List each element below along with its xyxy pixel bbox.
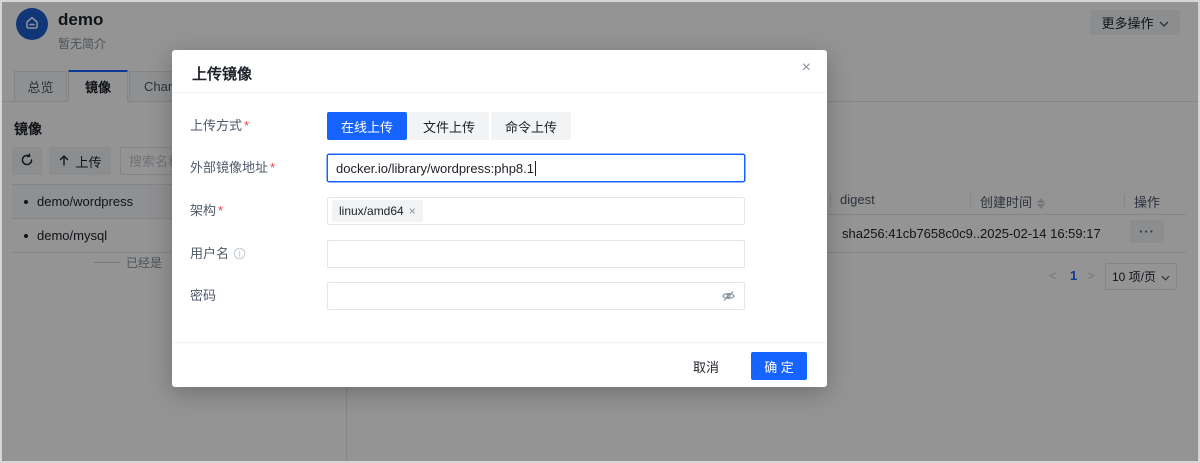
username-input[interactable] [327, 240, 745, 268]
remove-tag-icon[interactable]: × [409, 204, 416, 218]
close-icon[interactable]: × [802, 60, 811, 76]
field-label: 用户名 [190, 240, 322, 270]
method-command-button[interactable]: 命令上传 [491, 112, 571, 140]
field-image-address: 外部镜像地址* docker.io/library/wordpress:php8… [172, 154, 827, 182]
field-username: 用户名 [172, 240, 827, 268]
field-password: 密码 [172, 282, 827, 310]
method-online-button[interactable]: 在线上传 [327, 112, 407, 140]
modal-title: 上传镜像 [192, 63, 252, 84]
method-file-button[interactable]: 文件上传 [409, 112, 489, 140]
image-address-input[interactable]: docker.io/library/wordpress:php8.1 [327, 154, 745, 182]
arch-tag-chip: linux/amd64 × [332, 200, 423, 222]
required-asterisk: * [244, 118, 249, 133]
required-asterisk: * [218, 203, 223, 218]
architecture-select[interactable]: linux/amd64 × [327, 197, 745, 225]
field-architecture: 架构* linux/amd64 × [172, 197, 827, 225]
field-label: 架构* [190, 197, 322, 225]
required-asterisk: * [270, 160, 275, 175]
cancel-button[interactable]: 取消 [682, 352, 730, 380]
modal-footer: 取消 确 定 [172, 342, 827, 387]
text-cursor [535, 161, 536, 176]
field-label: 外部镜像地址* [190, 154, 322, 182]
upload-image-modal: 上传镜像 × 上传方式* 在线上传 文件上传 命令上传 外部镜像地址* dock… [172, 50, 827, 387]
password-input[interactable] [327, 282, 745, 310]
field-label: 上传方式* [190, 112, 322, 140]
modal-header: 上传镜像 × [172, 50, 827, 93]
confirm-button[interactable]: 确 定 [751, 352, 807, 380]
upload-method-segmented: 在线上传 文件上传 命令上传 [327, 112, 745, 140]
field-label: 密码 [190, 282, 322, 310]
field-upload-method: 上传方式* 在线上传 文件上传 命令上传 [172, 112, 827, 140]
eye-off-icon[interactable] [721, 289, 736, 306]
info-icon [233, 242, 246, 270]
registry-project-page: demo 暂无简介 更多操作 总览 镜像 Char 镜像 [0, 0, 1200, 463]
